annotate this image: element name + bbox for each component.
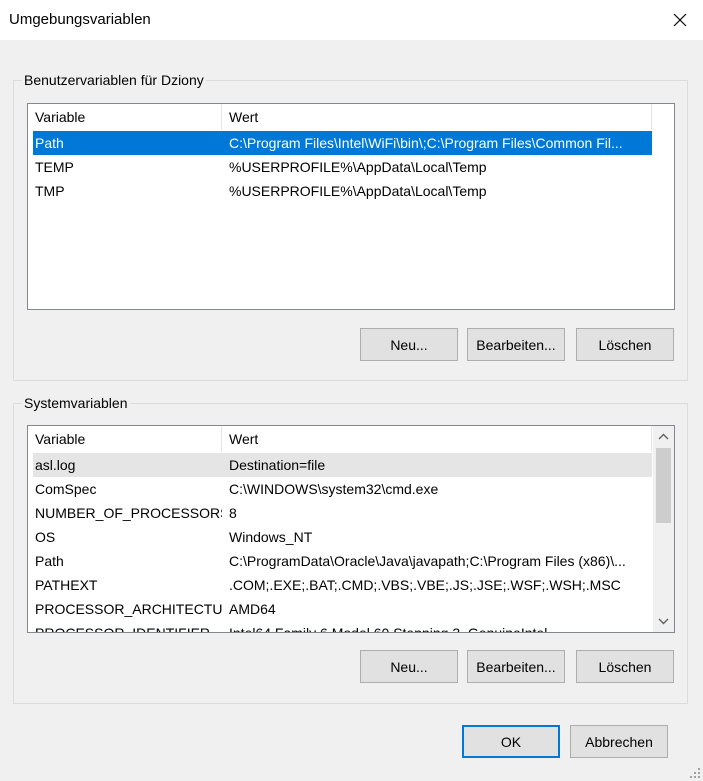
row-value: AMD64 (229, 601, 276, 617)
list-rows: Path C:\Program Files\Intel\WiFi\bin\;C:… (28, 131, 652, 203)
close-button[interactable] (657, 0, 703, 40)
user-delete-button[interactable]: Löschen (576, 328, 674, 361)
list-row-number-of-processors[interactable]: NUMBER_OF_PROCESSORS 8 (33, 501, 652, 525)
window-title: Umgebungsvariablen (9, 11, 151, 28)
list-rows: asl.log Destination=file ComSpec C:\WIND… (28, 453, 652, 633)
row-variable: ComSpec (35, 481, 97, 497)
row-value: C:\ProgramData\Oracle\Java\javapath;C:\P… (229, 553, 626, 569)
row-variable: PROCESSOR_ARCHITECTU... (35, 601, 222, 617)
row-value: %USERPROFILE%\AppData\Local\Temp (229, 159, 487, 175)
list-row-processor-identifier[interactable]: PROCESSOR_IDENTIFIER Intel64 Family 6 Mo… (33, 621, 652, 633)
list-row-processor-architecture[interactable]: PROCESSOR_ARCHITECTU... AMD64 (33, 597, 652, 621)
user-edit-button[interactable]: Bearbeiten... (467, 328, 565, 361)
row-value: %USERPROFILE%\AppData\Local\Temp (229, 183, 487, 199)
row-value: 8 (229, 505, 237, 521)
list-row-os[interactable]: OS Windows_NT (33, 525, 652, 549)
row-variable: TEMP (35, 159, 74, 175)
row-variable: Path (35, 135, 64, 151)
column-header-variable[interactable]: Variable (28, 104, 222, 130)
list-row-path[interactable]: Path C:\ProgramData\Oracle\Java\javapath… (33, 549, 652, 573)
row-value: Intel64 Family 6 Model 60 Stepping 3, Ge… (229, 625, 548, 633)
scroll-down-button[interactable] (653, 611, 674, 632)
list-row-comspec[interactable]: ComSpec C:\WINDOWS\system32\cmd.exe (33, 477, 652, 501)
row-value: Windows_NT (229, 529, 313, 545)
user-variables-list[interactable]: Variable Wert Path C:\Program Files\Inte… (27, 103, 675, 310)
list-row-temp[interactable]: TEMP %USERPROFILE%\AppData\Local\Temp (33, 155, 652, 179)
user-variables-group: Benutzervariablen für Dziony Variable We… (13, 72, 688, 381)
system-variables-group: Systemvariablen Variable Wert asl.log De… (13, 395, 688, 704)
scrollbar-thumb[interactable] (656, 448, 671, 523)
close-icon (673, 13, 687, 27)
row-variable: PATHEXT (35, 577, 98, 593)
row-variable: NUMBER_OF_PROCESSORS (35, 505, 222, 521)
system-variables-list[interactable]: Variable Wert asl.log Destination=file C… (27, 425, 675, 633)
user-variables-label: Benutzervariablen für Dziony (22, 72, 206, 88)
system-delete-button[interactable]: Löschen (576, 650, 674, 683)
user-new-button[interactable]: Neu... (360, 328, 458, 361)
resize-grip-icon[interactable] (689, 767, 701, 779)
list-header: Variable Wert (28, 426, 652, 452)
list-row-tmp[interactable]: TMP %USERPROFILE%\AppData\Local\Temp (33, 179, 652, 203)
column-header-value[interactable]: Wert (222, 104, 652, 130)
row-variable: Path (35, 553, 64, 569)
list-row-path[interactable]: Path C:\Program Files\Intel\WiFi\bin\;C:… (33, 131, 652, 155)
ok-button[interactable]: OK (462, 725, 560, 758)
vertical-scrollbar[interactable] (653, 426, 674, 632)
row-variable: PROCESSOR_IDENTIFIER (35, 625, 211, 633)
row-value: .COM;.EXE;.BAT;.CMD;.VBS;.VBE;.JS;.JSE;.… (229, 577, 621, 593)
row-value: C:\WINDOWS\system32\cmd.exe (229, 481, 439, 497)
chevron-up-icon (658, 433, 669, 440)
row-variable: OS (35, 529, 56, 545)
system-edit-button[interactable]: Bearbeiten... (467, 650, 565, 683)
list-row-pathext[interactable]: PATHEXT .COM;.EXE;.BAT;.CMD;.VBS;.VBE;.J… (33, 573, 652, 597)
column-header-variable[interactable]: Variable (28, 426, 222, 452)
title-bar: Umgebungsvariablen (0, 0, 703, 40)
cancel-button[interactable]: Abbrechen (570, 725, 668, 758)
system-variables-label: Systemvariablen (22, 395, 130, 411)
system-new-button[interactable]: Neu... (360, 650, 458, 683)
row-value: Destination=file (229, 457, 326, 473)
row-value: C:\Program Files\Intel\WiFi\bin\;C:\Prog… (229, 135, 623, 151)
row-variable: asl.log (35, 457, 76, 473)
scroll-up-button[interactable] (653, 426, 674, 447)
chevron-down-icon (658, 618, 669, 625)
list-header: Variable Wert (28, 104, 652, 130)
row-variable: TMP (35, 183, 65, 199)
list-row-asl-log[interactable]: asl.log Destination=file (33, 453, 652, 477)
column-header-value[interactable]: Wert (222, 426, 652, 452)
